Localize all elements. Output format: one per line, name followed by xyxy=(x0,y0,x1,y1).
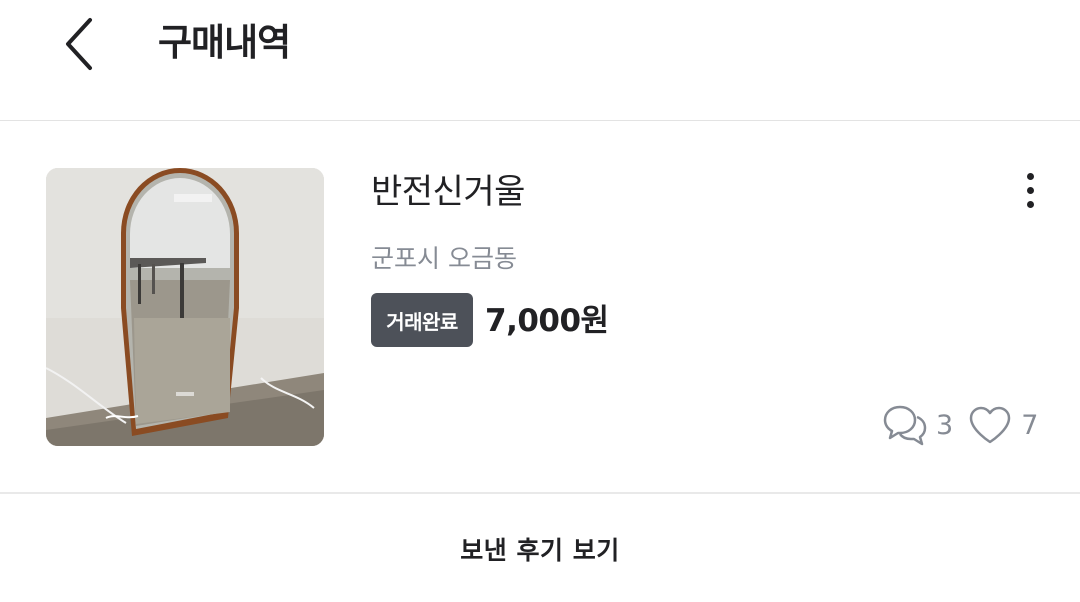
item-location: 군포시 오금동 xyxy=(371,244,517,273)
item-thumbnail[interactable] xyxy=(46,168,324,446)
item-stats: 3 7 xyxy=(882,402,1038,448)
item-title[interactable]: 반전신거울 xyxy=(371,170,525,214)
status-badge: 거래완료 xyxy=(371,293,473,347)
chat-count: 3 xyxy=(936,409,954,441)
chat-bubbles-icon xyxy=(883,405,927,446)
like-count: 7 xyxy=(1021,409,1039,441)
heart-icon xyxy=(969,406,1011,444)
like-stat: 7 xyxy=(967,404,1038,446)
mirror-photo xyxy=(46,168,324,446)
more-vertical-icon xyxy=(1026,172,1034,180)
more-vertical-icon-dot xyxy=(1026,186,1034,194)
chat-stat: 3 xyxy=(882,403,953,447)
more-vertical-icon-dot xyxy=(1026,200,1034,208)
purchase-item[interactable]: 반전신거울 군포시 오금동 거래완료 7,000원 3 7 xyxy=(0,122,1080,494)
chevron-left-icon xyxy=(66,18,92,70)
page-title: 구매내역 xyxy=(158,21,291,64)
back-button[interactable] xyxy=(50,10,110,78)
view-sent-review-button[interactable]: 보낸 후기 보기 xyxy=(0,504,1080,602)
more-options-button[interactable] xyxy=(1008,162,1052,218)
app-header: 구매내역 xyxy=(0,0,1080,121)
item-price: 7,000원 xyxy=(485,303,609,339)
